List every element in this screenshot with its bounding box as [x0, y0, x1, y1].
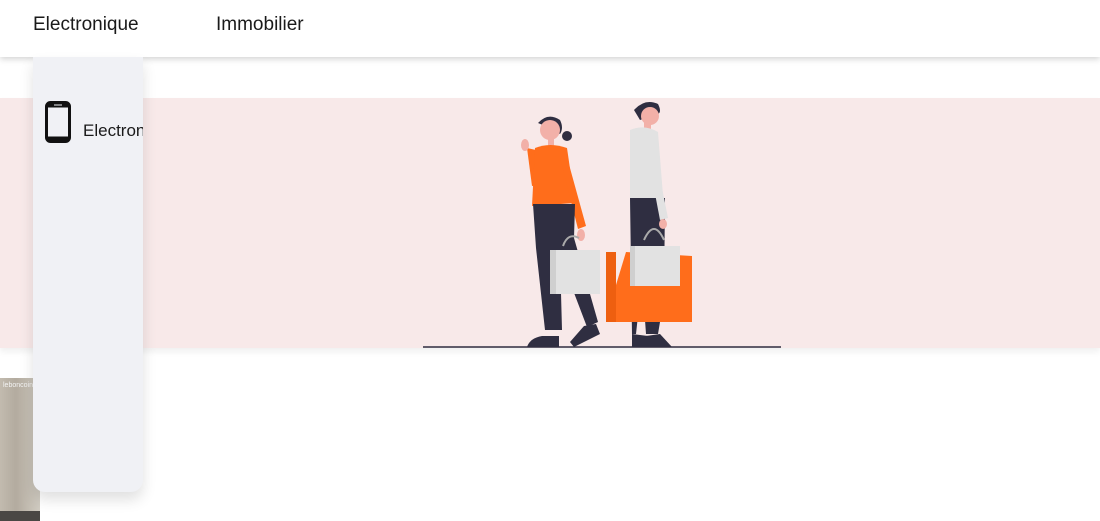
woman-figure — [521, 116, 600, 347]
category-dropdown: Electronique — [33, 57, 143, 492]
shopping-people-illustration — [423, 102, 781, 348]
nav-item-immobilier[interactable]: Immobilier — [216, 14, 304, 36]
top-navigation: Electronique Immobilier — [0, 0, 1100, 57]
dropdown-item-label: Electronique — [83, 121, 143, 140]
hero-banner — [0, 98, 1100, 348]
thumbnail-footer — [0, 511, 40, 521]
smartphone-icon — [45, 101, 71, 143]
thumbnail-label: leboncoin — [3, 382, 33, 389]
dropdown-item-electronique[interactable]: Electronique — [33, 99, 143, 147]
nav-item-electronique[interactable]: Electronique — [33, 14, 139, 36]
man-figure — [606, 102, 692, 347]
